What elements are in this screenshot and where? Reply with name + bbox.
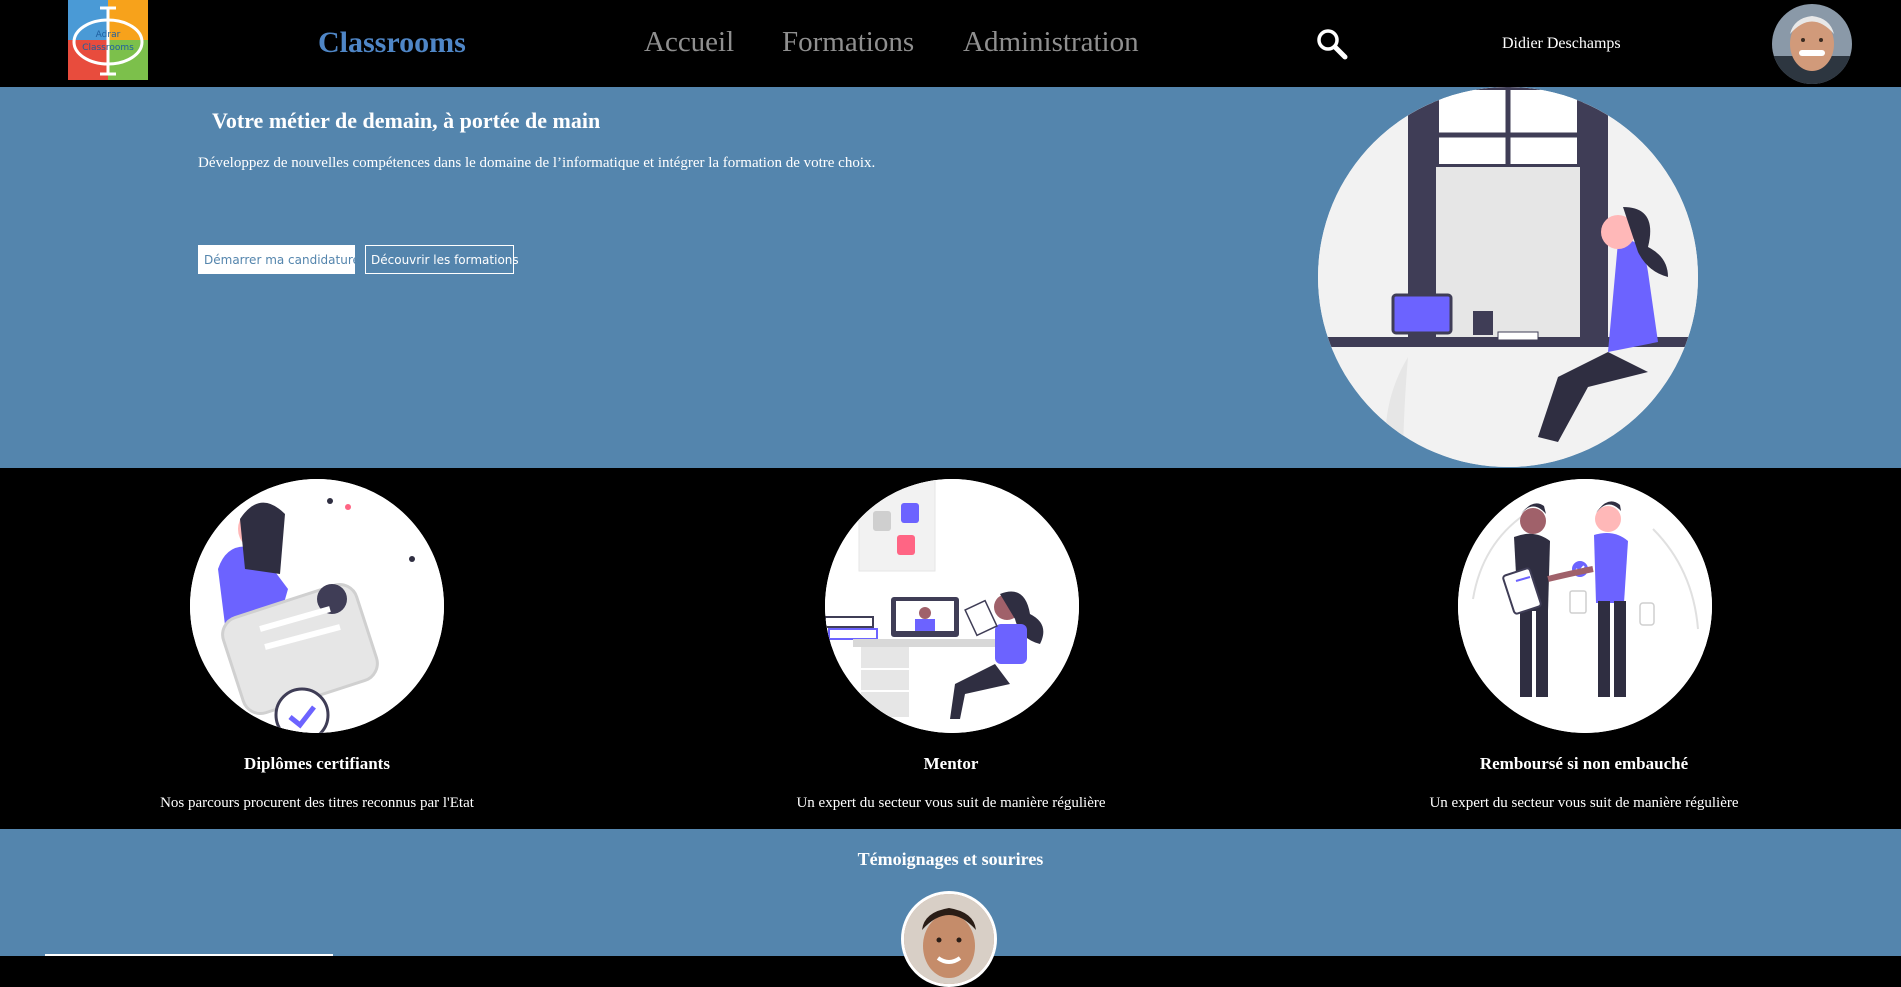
hero-illustration-working-woman [1318, 87, 1698, 467]
features-section: Diplômes certifiants Nos parcours procur… [0, 468, 1901, 829]
nav-formations[interactable]: Formations [782, 26, 914, 59]
diploma-illustration [190, 479, 444, 733]
feature-title: Diplômes certifiants [244, 754, 390, 773]
handshake-illustration [1458, 479, 1712, 733]
testimonials-title: Témoignages et sourires [857, 849, 1044, 869]
logo[interactable]: Adrar Classrooms [68, 0, 148, 80]
brand-name[interactable]: Classrooms [318, 26, 466, 60]
discover-courses-button[interactable]: Découvrir les formations [365, 245, 519, 274]
logo-text-top: Adrar [96, 30, 121, 40]
hero-subtitle: Développez de nouvelles compétences dans… [198, 155, 876, 171]
hero-title: Votre métier de demain, à portée de main [212, 108, 601, 133]
feature-description: Nos parcours procurent des titres reconn… [160, 795, 474, 811]
nav-administration[interactable]: Administration [963, 26, 1139, 59]
logo-text-bottom: Classrooms [82, 43, 134, 53]
feature-description: Un expert du secteur vous suit de manièr… [1429, 795, 1739, 811]
testimonial-avatar [901, 891, 997, 987]
mentor-illustration [825, 479, 1079, 733]
user-name[interactable]: Didier Deschamps [1502, 35, 1621, 53]
feature-description: Un expert du secteur vous suit de manièr… [796, 795, 1106, 811]
testimonials-section: Témoignages et sourires [0, 829, 1901, 987]
top-navbar: Adrar Classrooms Classrooms Accueil Form… [0, 0, 1901, 87]
feature-title: Mentor [923, 754, 979, 773]
hero-section: Votre métier de demain, à portée de main… [0, 87, 1901, 468]
user-avatar[interactable] [1772, 4, 1852, 84]
nav-accueil[interactable]: Accueil [644, 26, 734, 59]
search-icon[interactable] [1315, 27, 1349, 61]
feature-title: Remboursé si non embauché [1479, 754, 1689, 773]
start-application-button[interactable]: Démarrer ma candidature [198, 245, 360, 274]
